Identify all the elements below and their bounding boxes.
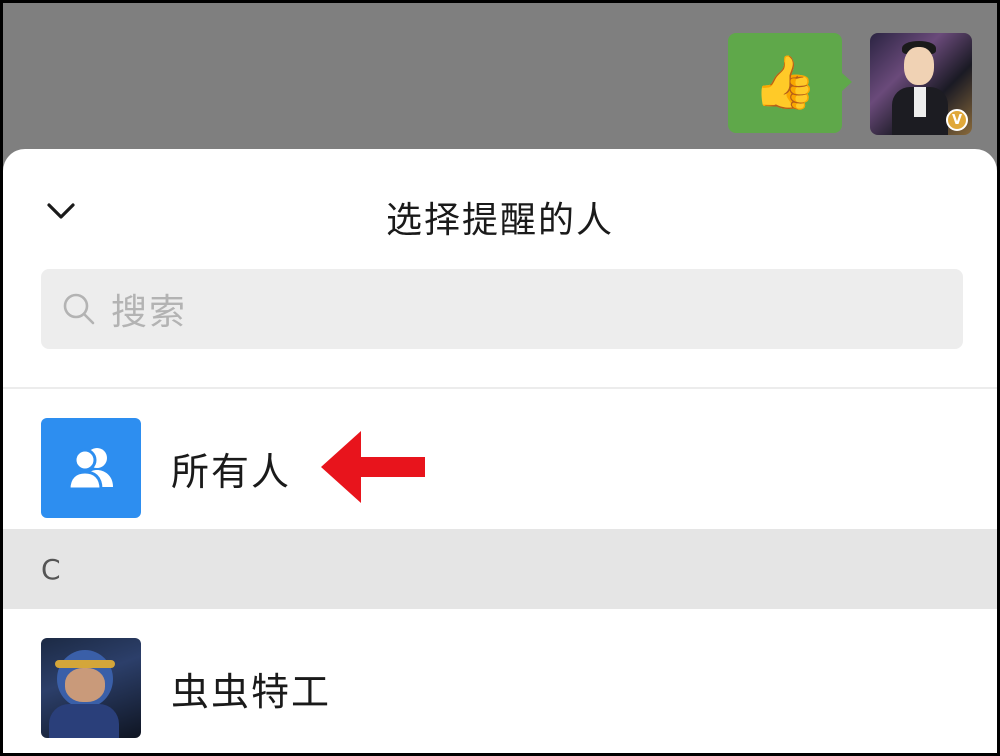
- verified-badge: V: [946, 109, 968, 131]
- contact-name: 虫虫特工: [171, 669, 332, 714]
- search-placeholder: 搜索: [111, 292, 188, 333]
- divider: [3, 387, 997, 389]
- sender-avatar[interactable]: V: [870, 33, 972, 135]
- sheet-title: 选择提醒的人: [385, 200, 614, 241]
- sheet-header: 选择提醒的人: [3, 149, 997, 269]
- search-input[interactable]: 搜索: [41, 269, 963, 349]
- screen-frame: 👍 V 选择提醒的人 搜索 所有人 C 虫虫特工: [0, 0, 1000, 756]
- thumbs-up-icon: 👍: [752, 53, 818, 113]
- contact-row[interactable]: 虫虫特工: [3, 628, 997, 748]
- mention-all-label: 所有人: [171, 449, 292, 494]
- mention-all-row[interactable]: 所有人: [3, 408, 997, 528]
- mention-picker-sheet: 选择提醒的人 搜索 所有人 C 虫虫特工: [3, 149, 997, 753]
- chat-message-bubble[interactable]: 👍: [728, 33, 852, 133]
- annotation-arrow-icon: [321, 431, 425, 503]
- chat-background: 👍 V: [3, 3, 997, 153]
- section-header-c: C: [3, 529, 997, 609]
- contact-avatar: [41, 638, 141, 738]
- group-icon: [41, 418, 141, 518]
- search-icon: [59, 289, 99, 329]
